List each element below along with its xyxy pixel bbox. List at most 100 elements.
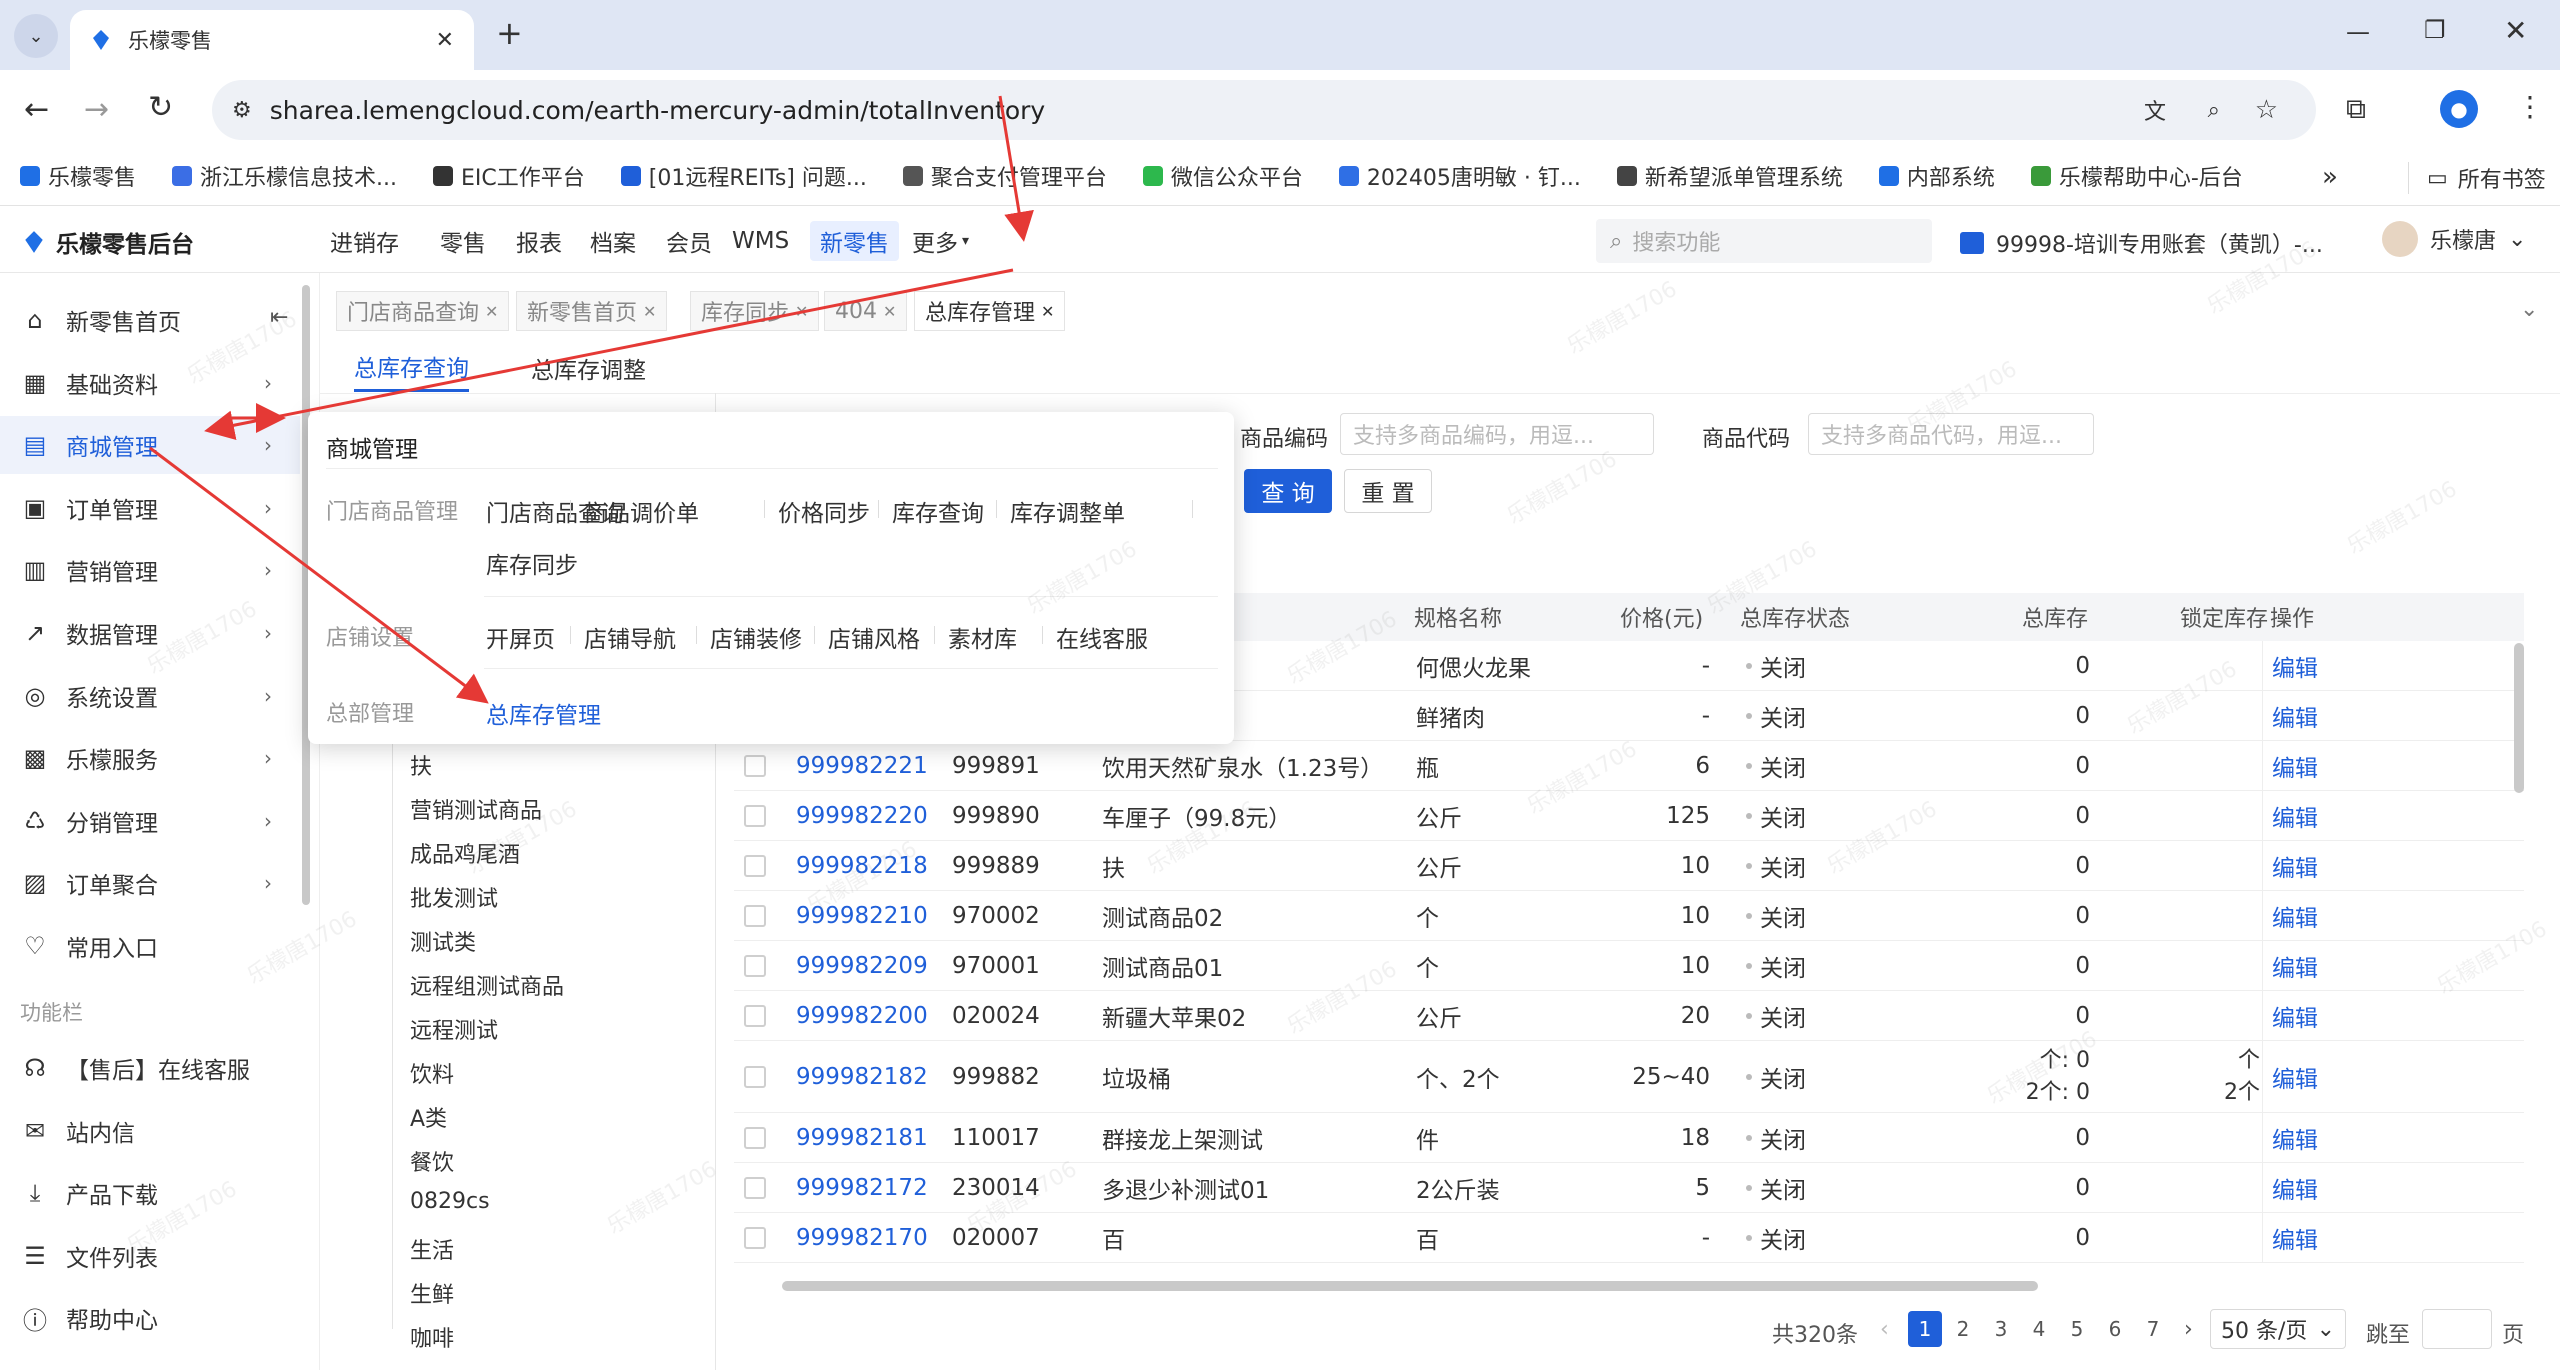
row-checkbox[interactable]: [744, 755, 766, 777]
product-code-link[interactable]: 999982170: [796, 1213, 928, 1263]
flyout-item[interactable]: 店铺装修: [710, 620, 802, 654]
tab-total-inventory-query[interactable]: 总库存查询: [354, 349, 469, 392]
top-nav-item[interactable]: 报表: [506, 221, 572, 261]
forward-button[interactable]: →: [84, 92, 109, 127]
page-number[interactable]: 2: [1946, 1311, 1980, 1347]
table-horizontal-scrollbar[interactable]: [782, 1281, 2038, 1291]
product-code-link[interactable]: 999982200: [796, 991, 928, 1041]
tab-total-inventory-adjust[interactable]: 总库存调整: [531, 351, 646, 391]
edit-link[interactable]: 编辑: [2272, 991, 2318, 1041]
query-button[interactable]: 查 询: [1244, 469, 1332, 513]
category-tree-item[interactable]: 测试类: [410, 925, 476, 957]
flyout-item[interactable]: 价格同步: [778, 494, 870, 528]
close-window-button[interactable]: ✕: [2504, 14, 2527, 47]
sidebar-item[interactable]: ♺ 分销管理 ›: [0, 792, 300, 850]
sidebar-tool-item[interactable]: ✉ 站内信: [0, 1102, 300, 1160]
flyout-item[interactable]: 库存查询: [892, 494, 984, 528]
category-tree-item[interactable]: 0829cs: [410, 1189, 490, 1214]
sidebar-tool-item[interactable]: ☊ 【售后】在线客服: [0, 1039, 300, 1097]
edit-link[interactable]: 编辑: [2272, 691, 2318, 741]
page-tab[interactable]: 门店商品查询 ✕: [336, 291, 510, 331]
category-tree-item[interactable]: 生活: [410, 1233, 454, 1265]
page-number[interactable]: 6: [2098, 1311, 2132, 1347]
category-tree-item[interactable]: 远程组测试商品: [410, 969, 564, 1001]
flyout-item[interactable]: 库存调整单: [1010, 494, 1125, 528]
sidebar-item[interactable]: ▥ 营销管理 ›: [0, 541, 300, 599]
browser-tab[interactable]: 乐檬零售 ✕: [70, 10, 474, 70]
back-button[interactable]: ←: [24, 92, 49, 127]
product-code-link[interactable]: 999982182: [796, 1041, 928, 1113]
category-tree-item[interactable]: 批发测试: [410, 881, 498, 913]
table-row[interactable]: 999982218 999889 扶公斤 10 关闭 0 编辑: [734, 841, 2524, 891]
bookmark-item[interactable]: 乐檬帮助中心-后台: [2030, 160, 2243, 192]
reset-button[interactable]: 重 置: [1344, 469, 1432, 513]
product-code-link[interactable]: 999982172: [796, 1163, 928, 1213]
edit-link[interactable]: 编辑: [2272, 1113, 2318, 1163]
row-checkbox[interactable]: [744, 805, 766, 827]
tab-search-button[interactable]: ⌄: [14, 14, 58, 58]
flyout-item[interactable]: 库存同步: [486, 546, 578, 580]
product-code-link[interactable]: 999982220: [796, 791, 928, 841]
reload-button[interactable]: ↻: [148, 90, 173, 125]
table-row[interactable]: 999982220 999890 车厘子（99.8元） 公斤 125 关闭 0 编辑: [734, 791, 2524, 841]
flyout-item[interactable]: 素材库: [948, 620, 1017, 654]
bookmark-star-icon[interactable]: ☆: [2255, 95, 2278, 125]
zoom-icon[interactable]: ⌕: [2208, 98, 2220, 123]
row-checkbox[interactable]: [744, 855, 766, 877]
top-nav-item[interactable]: 零售: [430, 221, 496, 261]
bookmark-item[interactable]: 聚合支付管理平台: [902, 160, 1107, 192]
bookmark-item[interactable]: 乐檬零售: [20, 160, 136, 192]
edit-link[interactable]: 编辑: [2272, 941, 2318, 991]
close-icon[interactable]: ✕: [643, 302, 656, 321]
page-tab[interactable]: 404 ✕: [824, 291, 908, 331]
product-code-link[interactable]: 999982221: [796, 741, 928, 791]
translate-icon[interactable]: 文: [2144, 94, 2166, 126]
sidebar-item[interactable]: ▣ 订单管理 ›: [0, 479, 300, 537]
site-info-icon[interactable]: ⚙: [232, 98, 252, 123]
bookmark-item[interactable]: 浙江乐檬信息技术...: [172, 160, 397, 192]
sidebar-item[interactable]: ▤ 商城管理 ›: [0, 416, 300, 475]
sidebar-item[interactable]: ▦ 基础资料 ›: [0, 354, 300, 412]
top-nav-item[interactable]: WMS: [722, 221, 799, 261]
table-row[interactable]: 999982209 970001 测试商品01 个 10 关闭 0 编辑: [734, 941, 2524, 991]
row-checkbox[interactable]: [744, 905, 766, 927]
url-field[interactable]: ⚙ sharea.lemengcloud.com/earth-mercury-a…: [212, 80, 2316, 140]
extensions-icon[interactable]: ⧉: [2346, 92, 2366, 126]
row-checkbox[interactable]: [744, 955, 766, 977]
sidebar-tool-item[interactable]: ⓘ 帮助中心: [0, 1289, 300, 1347]
row-checkbox[interactable]: [744, 1227, 766, 1249]
bookmark-item[interactable]: [01远程REITs] 问题...: [620, 160, 867, 192]
category-tree-item[interactable]: 生鲜: [410, 1277, 454, 1309]
edit-link[interactable]: 编辑: [2272, 641, 2318, 691]
top-nav-item[interactable]: 新零售: [810, 221, 899, 261]
page-tab[interactable]: 新零售首页 ✕: [516, 291, 668, 331]
page-tab[interactable]: 总库存管理 ✕: [914, 291, 1066, 331]
category-tree-item[interactable]: 远程测试: [410, 1013, 498, 1045]
app-logo[interactable]: 乐檬零售后台: [22, 225, 194, 259]
table-row[interactable]: 999982181 110017 群接龙上架测试 件 18 关闭 0 编辑: [734, 1113, 2524, 1163]
page-number[interactable]: 7: [2136, 1311, 2170, 1347]
function-search-input[interactable]: ⌕ 搜索功能: [1596, 219, 1932, 263]
flyout-item[interactable]: 总库存管理: [486, 696, 601, 730]
flyout-item[interactable]: 开屏页: [486, 620, 555, 654]
sidebar-item[interactable]: ▩ 乐檬服务 ›: [0, 729, 300, 787]
all-bookmarks[interactable]: ▭ 所有书签: [2408, 162, 2546, 194]
close-icon[interactable]: ✕: [485, 302, 498, 321]
row-checkbox[interactable]: [744, 1177, 766, 1199]
next-page-icon[interactable]: ›: [2184, 1317, 2193, 1342]
goto-page-input[interactable]: [2422, 1309, 2492, 1349]
table-row[interactable]: 999982200 020024 新疆大苹果02 公斤 20 关闭 0 编辑: [734, 991, 2524, 1041]
page-number[interactable]: 1: [1908, 1311, 1942, 1347]
table-row[interactable]: 999982182 999882 垃圾桶 个、2个 25~40 关闭 个: 0 2个: 0个2…: [734, 1041, 2524, 1113]
page-number[interactable]: 4: [2022, 1311, 2056, 1347]
category-tree-item[interactable]: 扶: [410, 749, 432, 781]
edit-link[interactable]: 编辑: [2272, 841, 2318, 891]
product-code-link[interactable]: 999982209: [796, 941, 928, 991]
edit-link[interactable]: 编辑: [2272, 891, 2318, 941]
row-checkbox[interactable]: [744, 1066, 766, 1088]
sidebar-item[interactable]: ▨ 订单聚合 ›: [0, 854, 300, 912]
category-tree-item[interactable]: 咖啡: [410, 1321, 454, 1353]
flyout-item[interactable]: 商品调价单: [584, 494, 699, 528]
bookmark-item[interactable]: 202405唐明敏 · 钉...: [1338, 160, 1581, 192]
page-tab[interactable]: 库存同步 ✕: [690, 291, 820, 331]
